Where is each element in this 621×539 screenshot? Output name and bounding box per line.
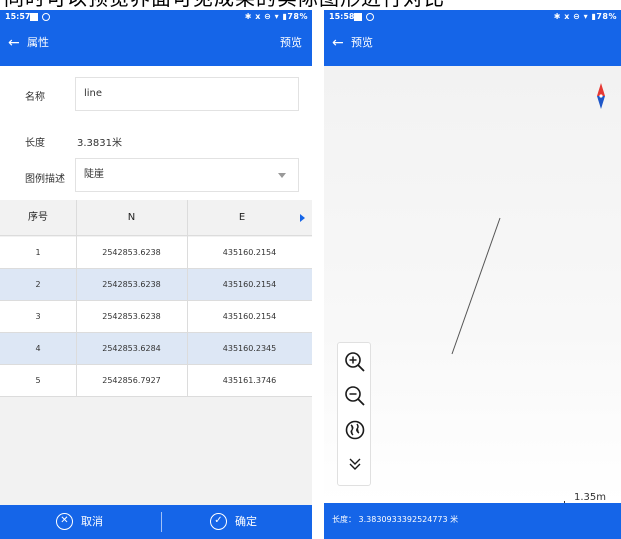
row-n: 2542853.6238: [102, 312, 161, 321]
cancel-button[interactable]: ✕ 取消: [56, 505, 126, 539]
legend-select-value: 陡崖: [84, 169, 104, 180]
screenshot-root: 同时可以预览界面可见成果的实际图形进行对比 15:57 ✱ ⅹ ⊖ ▾ ▮78%…: [0, 0, 621, 539]
column-divider: [187, 200, 188, 397]
status-bar: 15:57 ✱ ⅹ ⊖ ▾ ▮78%: [0, 10, 312, 24]
row-e: 435160.2154: [222, 280, 277, 289]
row-index: 4: [35, 344, 41, 353]
attribute-form: 名称 line 长度 3.3831米 图例描述 陡崖: [0, 66, 312, 200]
column-divider: [76, 200, 77, 397]
row-index: 1: [35, 248, 41, 257]
status-time: 15:57: [5, 12, 31, 21]
scale-label: 1.35m: [574, 492, 607, 503]
legend-label: 图例描述: [25, 174, 65, 185]
length-label: 长度: [25, 138, 45, 149]
status-time: 15:58: [329, 12, 355, 21]
map-canvas[interactable]: 1.35m: [324, 66, 621, 506]
status-bar: 15:58 ✱ ⅹ ⊖ ▾ ▮78%: [324, 10, 621, 24]
back-arrow-icon[interactable]: ←: [332, 35, 344, 51]
table-empty-area: [0, 397, 312, 505]
header-index: 序号: [28, 212, 48, 223]
app-bar: ← 预览: [324, 24, 621, 66]
row-n: 2542853.6284: [102, 344, 161, 353]
length-status-bar: 长度： 3.3830933392524773 米: [324, 503, 621, 539]
collapse-chevrons-icon[interactable]: [342, 451, 368, 477]
dropdown-caret-icon: [278, 173, 286, 178]
status-indicators: ✱ ⅹ ⊖ ▾ ▮78%: [244, 12, 308, 21]
zoom-in-icon[interactable]: [342, 349, 368, 375]
sync-icon: [366, 13, 374, 21]
cancel-label: 取消: [81, 515, 103, 528]
page-title: 预览: [351, 36, 373, 49]
page-title: 属性: [27, 36, 49, 49]
notification-icon: [354, 13, 362, 21]
name-input[interactable]: line: [75, 77, 299, 111]
row-index: 3: [35, 312, 41, 321]
length-readout: 长度： 3.3830933392524773 米: [332, 515, 459, 524]
app-bar: ← 属性 预览: [0, 24, 312, 66]
coordinate-table: 序号 N E 1 2542853.6238 435160.2154 2 2542…: [0, 200, 312, 505]
confirm-check-icon: ✓: [210, 513, 227, 530]
zoom-out-icon[interactable]: [342, 383, 368, 409]
row-e: 435160.2154: [222, 248, 277, 257]
table-row[interactable]: 1 2542853.6238 435160.2154: [0, 237, 312, 269]
back-arrow-icon[interactable]: ←: [8, 35, 20, 51]
scroll-right-arrow-icon[interactable]: [300, 214, 305, 222]
sync-icon: [42, 13, 50, 21]
table-row[interactable]: 5 2542856.7927 435161.3746: [0, 365, 312, 397]
length-value: 3.3831米: [77, 138, 122, 149]
caption-banner: 同时可以预览界面可见成果的实际图形进行对比: [0, 0, 621, 10]
table-header: 序号 N E: [0, 200, 312, 236]
table-row[interactable]: 3 2542853.6238 435160.2154: [0, 301, 312, 333]
status-indicators: ✱ ⅹ ⊖ ▾ ▮78%: [553, 12, 617, 21]
globe-icon[interactable]: [342, 417, 368, 443]
cancel-circle-x-icon: ✕: [56, 513, 73, 530]
notification-icon: [30, 13, 38, 21]
row-e: 435160.2154: [222, 312, 277, 321]
map-controls-panel: [337, 342, 371, 486]
confirm-label: 确定: [235, 515, 257, 528]
table-row[interactable]: 2 2542853.6238 435160.2154: [0, 269, 312, 301]
attribute-screen: 15:57 ✱ ⅹ ⊖ ▾ ▮78% ← 属性 预览 名称 line 长度 3.…: [0, 10, 312, 539]
name-label: 名称: [25, 92, 45, 103]
confirm-button[interactable]: ✓ 确定: [210, 505, 280, 539]
row-e: 435160.2345: [222, 344, 277, 353]
legend-select[interactable]: 陡崖: [75, 158, 299, 192]
button-divider: [161, 512, 162, 532]
table-row[interactable]: 4 2542853.6284 435160.2345: [0, 333, 312, 365]
preview-screen: 15:58 ✱ ⅹ ⊖ ▾ ▮78% ← 预览 1.35m 长度： 3.3830…: [324, 10, 621, 539]
header-n: N: [127, 212, 136, 223]
caption-text: 同时可以预览界面可见成果的实际图形进行对比: [4, 0, 445, 9]
header-e: E: [238, 212, 246, 223]
row-index: 2: [35, 280, 41, 289]
row-n: 2542856.7927: [102, 376, 161, 385]
row-index: 5: [35, 376, 41, 385]
row-e: 435161.3746: [222, 376, 277, 385]
row-n: 2542853.6238: [102, 280, 161, 289]
bottom-action-bar: ✕ 取消 ✓ 确定: [0, 505, 312, 539]
row-n: 2542853.6238: [102, 248, 161, 257]
preview-button[interactable]: 预览: [280, 36, 302, 50]
